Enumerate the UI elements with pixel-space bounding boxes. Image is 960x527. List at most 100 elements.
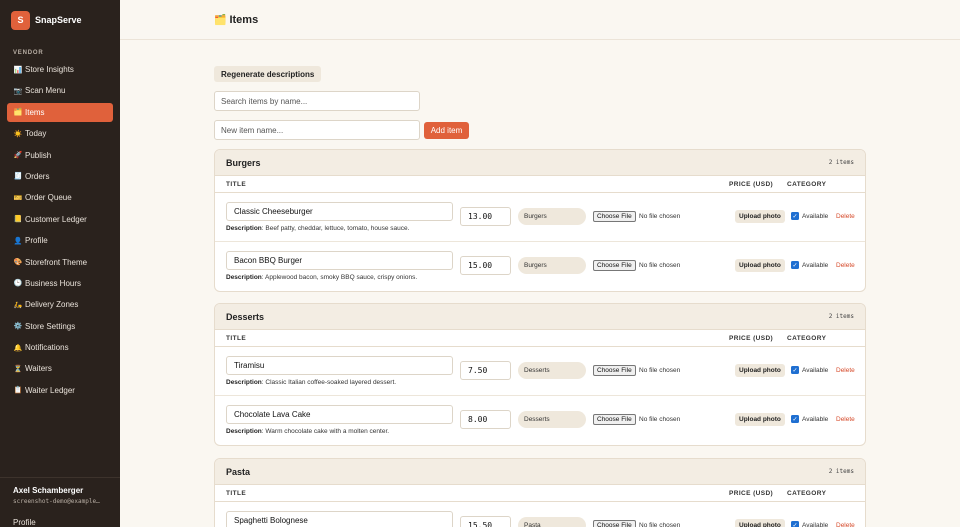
waiters-icon: ⏳	[13, 365, 23, 373]
category-header: Pasta 2 items	[215, 459, 865, 485]
sidebar-item-label: Order Queue	[25, 193, 72, 203]
sidebar-item-delivery-zones[interactable]: 🛵 Delivery Zones	[7, 295, 113, 314]
sidebar-item-notifications[interactable]: 🔔 Notifications	[7, 338, 113, 357]
category-card-pasta: Pasta2 itemsTITLEPRICE (USD)CATEGORYDesc…	[214, 458, 866, 527]
choose-file-button[interactable]: Choose File	[593, 365, 636, 376]
upload-photo-button[interactable]: Upload photo	[735, 259, 785, 272]
delete-item-button[interactable]: Delete	[836, 367, 855, 374]
delete-item-button[interactable]: Delete	[836, 416, 855, 423]
description-text: Warm chocolate cake with a molten center…	[265, 428, 390, 435]
item-price-input[interactable]	[460, 256, 511, 275]
item-category-select[interactable]: Burgers	[518, 257, 586, 274]
item-title-input[interactable]	[226, 405, 453, 424]
item-category-select[interactable]: Desserts	[518, 362, 586, 379]
category-name: Burgers	[226, 157, 261, 168]
sidebar-item-business-hours[interactable]: 🕒 Business Hours	[7, 274, 113, 293]
description-text: Classic Italian coffee-soaked layered de…	[265, 379, 397, 386]
upload-photo-button[interactable]: Upload photo	[735, 413, 785, 426]
item-price-input[interactable]	[460, 410, 511, 429]
column-header-category: CATEGORY	[787, 335, 827, 342]
sidebar-item-label: Profile	[25, 236, 48, 246]
choose-file-button[interactable]: Choose File	[593, 211, 636, 222]
regenerate-descriptions-button[interactable]: Regenerate descriptions	[214, 66, 322, 82]
item-description: Description: Beef patty, cheddar, lettuc…	[226, 225, 410, 232]
delete-item-button[interactable]: Delete	[836, 213, 855, 220]
available-checkbox[interactable]: ✓	[791, 261, 799, 269]
sidebar-item-label: Store Insights	[25, 65, 74, 74]
category-card-burgers: Burgers 2 items TITLE PRICE (USD) CATEGORY De…	[214, 149, 866, 292]
item-category-select[interactable]: Pasta	[518, 517, 586, 527]
available-checkbox[interactable]: ✓	[791, 366, 799, 374]
category-name: Pasta	[226, 466, 251, 477]
upload-photo-button[interactable]: Upload photo	[735, 364, 785, 377]
available-checkbox[interactable]: ✓	[791, 521, 799, 527]
item-row: Description: Warm chocolate cake with a …	[215, 396, 865, 445]
available-checkbox[interactable]: ✓	[791, 415, 799, 423]
sidebar-item-store-insights[interactable]: 📊 Store Insights	[7, 60, 113, 79]
upload-photo-button[interactable]: Upload photo	[735, 210, 785, 223]
delete-item-button[interactable]: Delete	[836, 262, 855, 269]
notifications-icon: 🔔	[13, 344, 23, 352]
upload-photo-button[interactable]: Upload photo	[735, 519, 785, 527]
brand-name: SnapServe	[35, 15, 82, 25]
footer-profile-link[interactable]: Profile	[13, 518, 107, 527]
column-header-title: TITLE	[226, 335, 247, 342]
item-price-input[interactable]	[460, 516, 511, 527]
sidebar-item-label: Items	[25, 107, 45, 117]
item-row: Description: Beef patty, cheddar, lettuc…	[215, 193, 865, 242]
available-checkbox[interactable]: ✓	[791, 212, 799, 220]
sidebar-item-label: Waiter Ledger	[25, 385, 75, 395]
sidebar-item-scan-menu[interactable]: 📷 Scan Menu	[7, 81, 113, 100]
item-category-select[interactable]: Desserts	[518, 411, 586, 428]
sidebar-item-storefront-theme[interactable]: 🎨 Storefront Theme	[7, 253, 113, 272]
delete-item-button[interactable]: Delete	[836, 522, 855, 527]
sidebar-item-waiters[interactable]: ⏳ Waiters	[7, 359, 113, 378]
check-icon: ✓	[792, 416, 798, 423]
item-price-input[interactable]	[460, 361, 511, 380]
user-email: screenshot-demo@example…	[13, 498, 100, 505]
sidebar-item-items[interactable]: 🗂️ Items	[7, 102, 113, 122]
sidebar-item-label: Business Hours	[25, 278, 82, 288]
available-label: Available	[802, 416, 829, 423]
add-item-button[interactable]: Add item	[424, 122, 469, 139]
item-title-input[interactable]	[226, 251, 453, 270]
available-label: Available	[802, 213, 829, 220]
sidebar-item-waiter-ledger[interactable]: 📋 Waiter Ledger	[7, 381, 113, 400]
item-price-input[interactable]	[460, 207, 511, 226]
items-icon: 🗂️	[13, 109, 23, 117]
sidebar-item-orders[interactable]: 🧾 Orders	[7, 167, 113, 186]
sidebar-item-label: Scan Menu	[25, 86, 66, 96]
today-icon: ☀️	[13, 130, 23, 138]
search-input[interactable]	[214, 91, 420, 111]
sidebar-footer: Axel Schamberger screenshot-demo@example…	[0, 477, 120, 527]
sidebar-item-publish[interactable]: 🚀 Publish	[7, 146, 113, 165]
column-header-category: CATEGORY	[787, 490, 827, 497]
check-icon: ✓	[792, 367, 798, 374]
sidebar-item-label: Notifications	[25, 343, 69, 353]
sidebar-item-profile[interactable]: 👤 Profile	[7, 231, 113, 250]
brand[interactable]: S SnapServe	[0, 0, 120, 40]
item-row: Description: Classic Italian coffee-soak…	[215, 347, 865, 396]
column-header-category: CATEGORY	[787, 181, 827, 188]
item-row: Description: PastaChoose FileNo file cho…	[215, 502, 865, 527]
order-queue-icon: 🎫	[13, 194, 23, 202]
sidebar-item-store-settings[interactable]: ⚙️ Store Settings	[7, 317, 113, 336]
sidebar-item-today[interactable]: ☀️ Today	[7, 124, 113, 143]
sidebar: S SnapServe VENDOR 📊 Store Insights 📷 Scan …	[0, 0, 120, 527]
page-header: 🗂️ Items	[120, 0, 960, 40]
item-title-input[interactable]	[226, 202, 453, 221]
item-title-input[interactable]	[226, 356, 453, 375]
description-text: Applewood bacon, smoky BBQ sauce, crispy…	[265, 274, 418, 281]
sidebar-item-label: Storefront Theme	[25, 257, 88, 267]
category-item-count: 2 items	[828, 159, 854, 166]
item-title-input[interactable]	[226, 511, 453, 527]
item-category-select[interactable]: Burgers	[518, 208, 586, 225]
choose-file-button[interactable]: Choose File	[593, 414, 636, 425]
choose-file-button[interactable]: Choose File	[593, 520, 636, 527]
check-icon: ✓	[792, 213, 798, 220]
sidebar-item-order-queue[interactable]: 🎫 Order Queue	[7, 188, 113, 207]
choose-file-button[interactable]: Choose File	[593, 260, 636, 271]
sidebar-item-customer-ledger[interactable]: 📒 Customer Ledger	[7, 210, 113, 229]
new-item-name-input[interactable]	[214, 120, 420, 140]
business-hours-icon: 🕒	[13, 280, 23, 288]
